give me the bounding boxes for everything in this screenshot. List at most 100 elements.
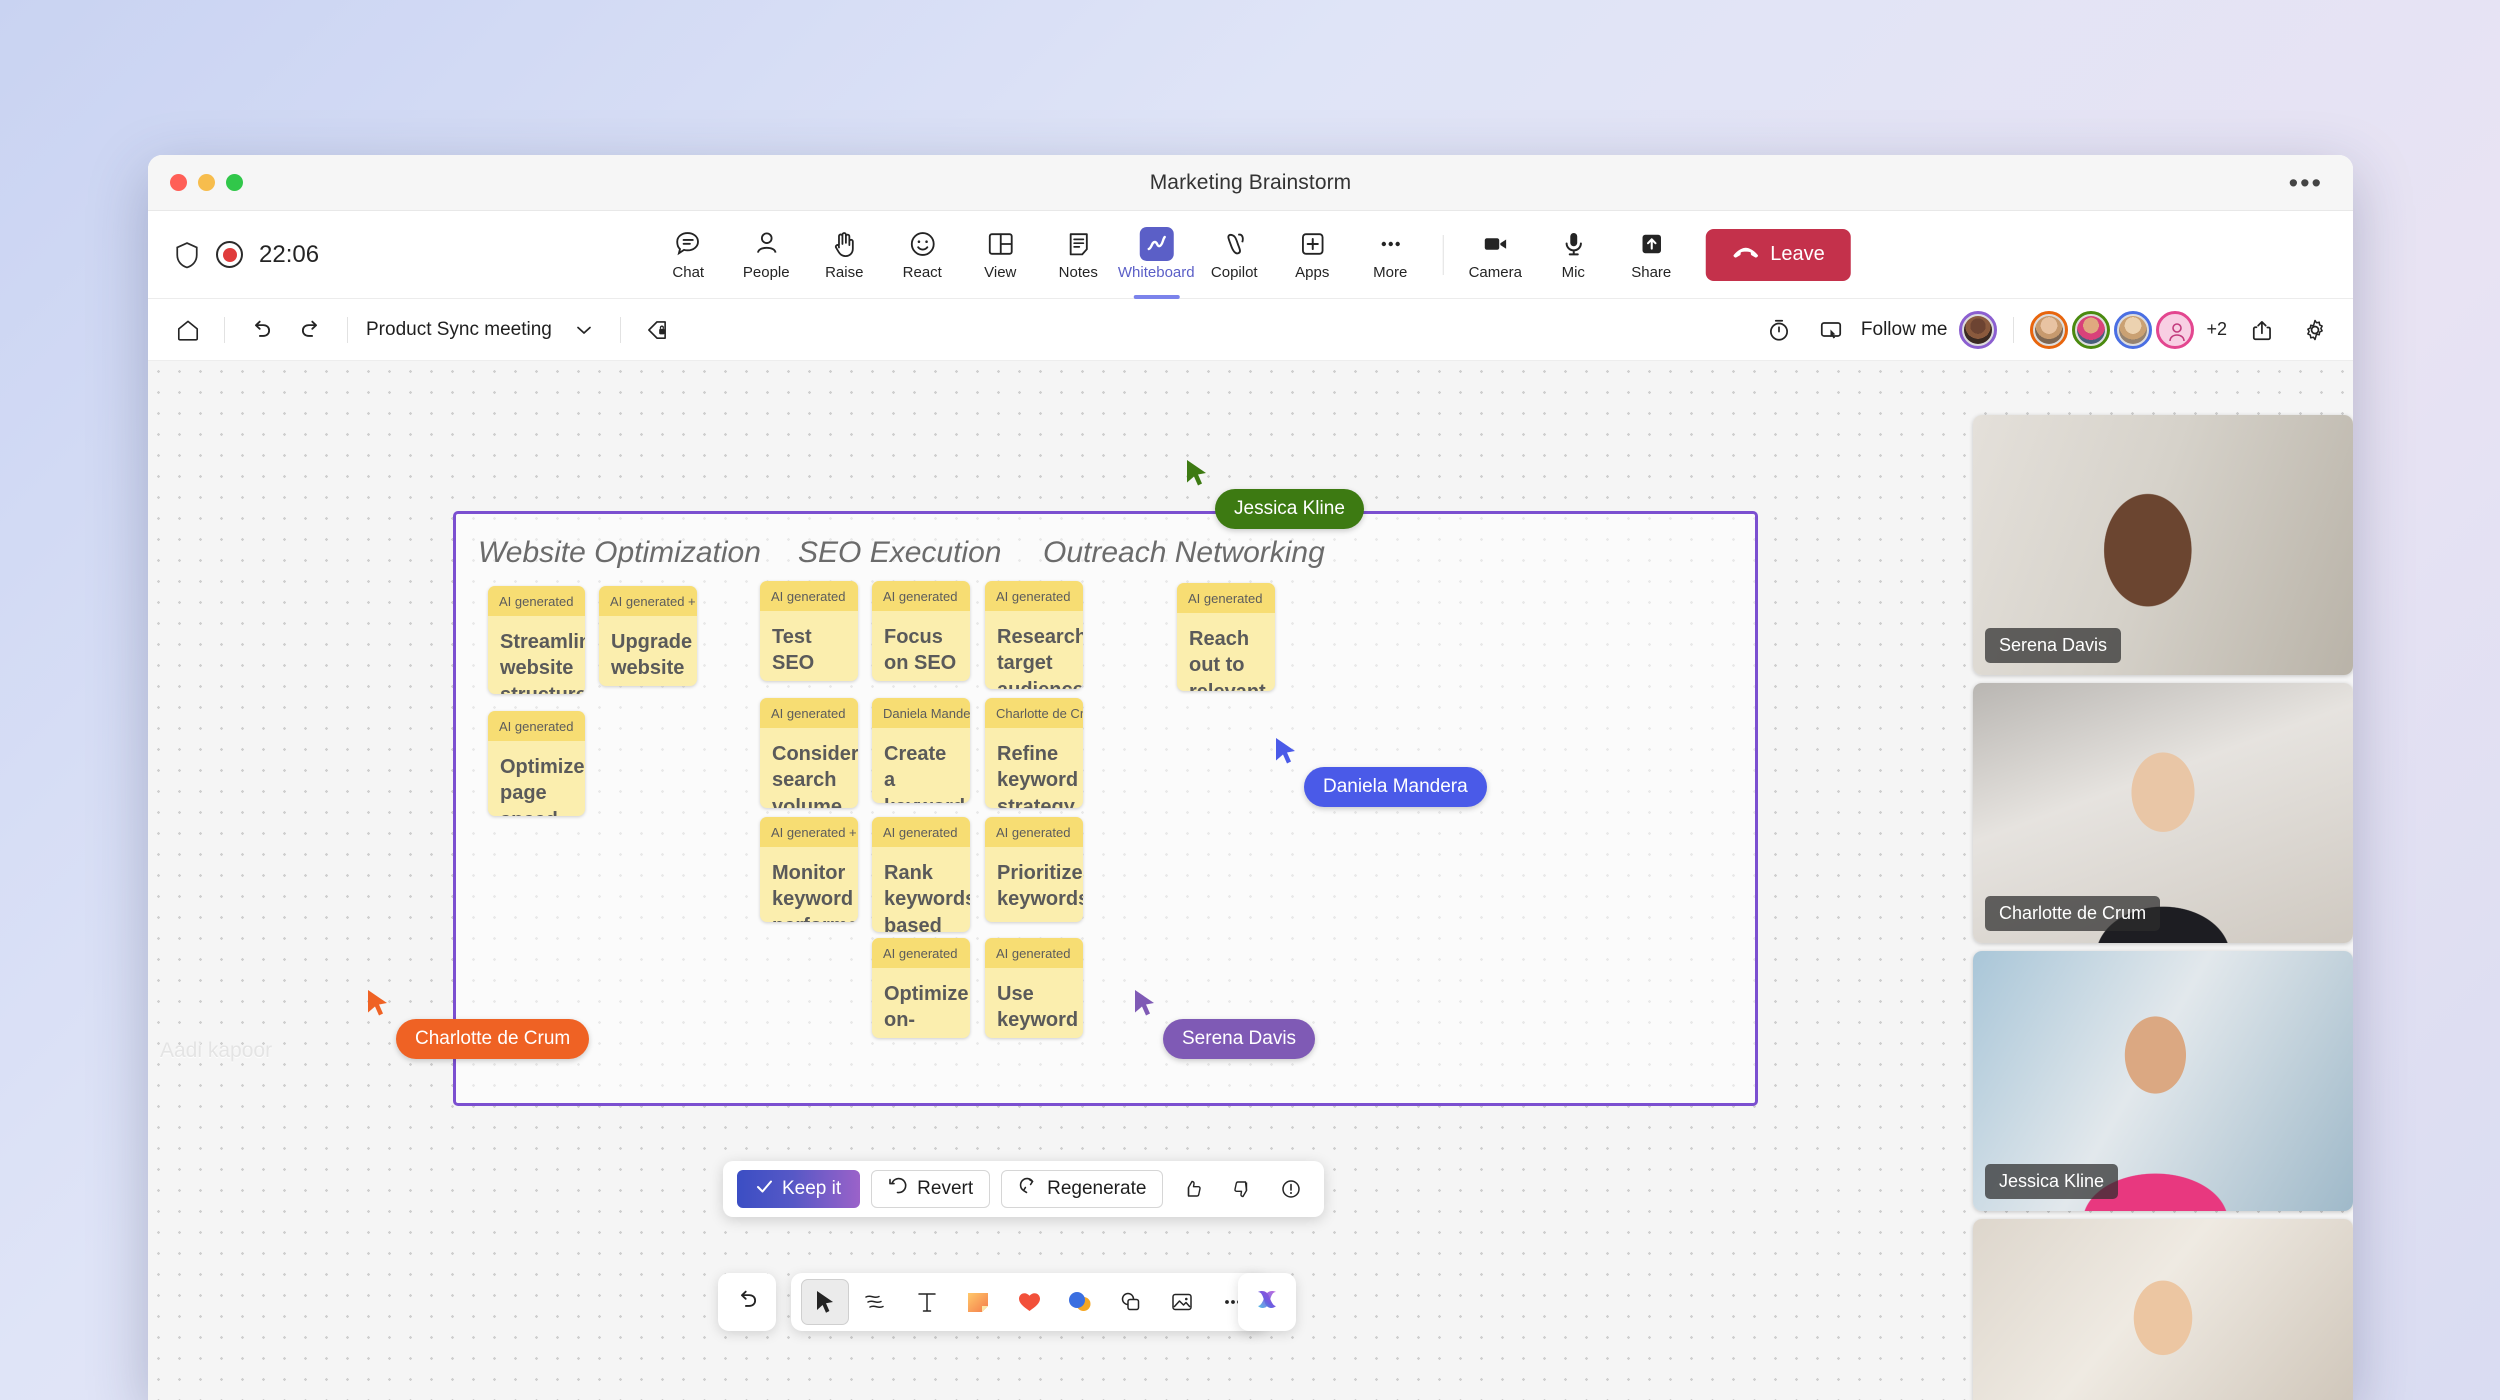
meeting-button-label: Apps <box>1295 263 1330 281</box>
sticky-note-icon[interactable] <box>954 1279 1002 1325</box>
sticky-note[interactable]: AI generated Streamline website structur… <box>488 586 585 694</box>
toolbar-divider <box>619 316 621 343</box>
sticky-note[interactable]: AI generated + Jessica Kline Monitor key… <box>760 817 858 922</box>
window-more-icon[interactable]: ••• <box>2289 169 2323 196</box>
revert-arrow-icon <box>888 1176 908 1202</box>
sticky-note[interactable]: AI generated Rank keywords based on rele… <box>872 817 970 932</box>
video-tile[interactable]: Daniela Mandera <box>1973 1219 2353 1400</box>
canvas-copilot-button[interactable] <box>1238 1273 1296 1331</box>
sticky-note-attribution: AI generated + Serena Davis <box>599 586 697 616</box>
whiteboard-icon <box>1139 226 1174 261</box>
keep-it-button[interactable]: Keep it <box>737 1170 861 1208</box>
cursor-label: Jessica Kline <box>1215 489 1364 529</box>
shield-icon <box>174 240 200 270</box>
meeting-button-chat[interactable]: Chat <box>650 218 726 292</box>
undo-icon[interactable] <box>239 308 283 352</box>
participant-name: Serena Davis <box>1985 628 2122 663</box>
sticky-note-attribution: AI generated <box>872 817 970 847</box>
meeting-button-share[interactable]: Share <box>1613 218 1689 292</box>
meeting-button-whiteboard[interactable]: Whiteboard <box>1118 218 1195 292</box>
video-tile[interactable]: Serena Davis <box>1973 415 2353 675</box>
image-icon[interactable] <box>1158 1279 1206 1325</box>
shapes-icon[interactable] <box>1107 1279 1155 1325</box>
canvas-undo-button[interactable] <box>718 1273 776 1331</box>
sticky-note-attribution: AI generated <box>760 698 858 728</box>
meeting-button-raise[interactable]: Raise <box>806 218 882 292</box>
sticky-note-text: Create a keyword list <box>884 743 965 803</box>
cursor-label: Daniela Mandera <box>1304 767 1487 807</box>
meeting-button-camera[interactable]: Camera <box>1457 218 1533 292</box>
avatar[interactable] <box>2030 310 2069 349</box>
board-name[interactable]: Product Sync meeting <box>362 319 556 341</box>
avatar-overflow-count[interactable]: +2 <box>2206 319 2227 340</box>
meeting-button-label: Mic <box>1561 263 1585 281</box>
ink-pen-icon[interactable] <box>852 1279 900 1325</box>
ghost-participant-name: Aadi kapoor <box>160 1039 273 1062</box>
sticky-note-attribution: AI generated <box>760 581 858 611</box>
regenerate-button[interactable]: Regenerate <box>1001 1170 1164 1208</box>
video-tile[interactable]: Jessica Kline <box>1973 951 2353 1211</box>
sticky-note[interactable]: AI generated Focus on SEO <box>872 581 970 681</box>
sticky-note-attribution: AI generated + Jessica Kline <box>760 817 858 847</box>
check-icon <box>756 1178 773 1201</box>
meeting-button-copilot[interactable]: Copilot <box>1196 218 1272 292</box>
sticky-note-text: Rank keywords based on relevance <box>884 862 970 932</box>
meeting-button-label: Share <box>1631 263 1672 281</box>
avatar-placeholder[interactable] <box>2156 310 2195 349</box>
people-icon <box>751 229 781 259</box>
sticky-note[interactable]: AI generated Reach out to relevant websi… <box>1177 583 1275 691</box>
home-icon[interactable] <box>166 308 210 352</box>
column-header-website-optimization: Website Optimization <box>478 536 761 569</box>
sticky-note[interactable]: AI generated Prioritize keywords <box>985 817 1083 922</box>
meeting-button-label: More <box>1373 263 1408 281</box>
meeting-button-react[interactable]: React <box>884 218 960 292</box>
meeting-button-mic[interactable]: Mic <box>1535 218 1611 292</box>
cursor-select-icon[interactable] <box>801 1279 849 1325</box>
sticky-note[interactable]: AI generated Consider search volume and … <box>760 698 858 808</box>
thumbs-down-icon[interactable] <box>1223 1170 1261 1208</box>
participant-avatars <box>2030 310 2195 349</box>
thumbs-up-icon[interactable] <box>1174 1170 1212 1208</box>
reaction-heart-icon[interactable] <box>1005 1279 1053 1325</box>
sticky-note-attribution: AI generated <box>872 581 970 611</box>
text-icon[interactable] <box>903 1279 951 1325</box>
meeting-button-notes[interactable]: Notes <box>1040 218 1116 292</box>
present-screen-icon[interactable] <box>1809 308 1853 352</box>
lock-tag-icon[interactable] <box>635 308 679 352</box>
video-tile[interactable]: Charlotte de Crum <box>1973 683 2353 943</box>
sticky-note[interactable]: AI generated Optimize on-page content <box>872 938 970 1038</box>
chevron-down-icon[interactable] <box>562 308 606 352</box>
avatar-presenter[interactable] <box>1959 310 1998 349</box>
sticky-note[interactable]: Charlotte de Crum Refine keyword strateg… <box>985 698 1083 808</box>
sticky-note-text: Monitor keyword performance <box>772 862 858 922</box>
revert-button[interactable]: Revert <box>871 1170 991 1208</box>
meeting-button-more[interactable]: More <box>1352 218 1428 292</box>
meeting-button-view[interactable]: View <box>962 218 1038 292</box>
sticky-note-text: Upgrade website design <box>611 631 693 686</box>
meeting-button-people[interactable]: People <box>728 218 804 292</box>
gear-icon[interactable] <box>2293 308 2337 352</box>
sticky-note-attribution: AI generated <box>488 586 585 616</box>
mic-icon <box>1558 229 1588 259</box>
sticky-note[interactable]: AI generated Use keyword variations <box>985 938 1083 1038</box>
sticky-note[interactable]: Daniela Mandera Create a keyword list <box>872 698 970 803</box>
avatar[interactable] <box>2072 310 2111 349</box>
meeting-button-label: Copilot <box>1210 263 1258 281</box>
redo-icon[interactable] <box>289 308 333 352</box>
sticky-note[interactable]: AI generated Research target audience <box>985 581 1083 689</box>
follow-me-button[interactable]: Follow me <box>1861 319 1948 341</box>
cursor-pointer-icon <box>1133 989 1157 1022</box>
timer-icon[interactable] <box>1757 308 1801 352</box>
avatar[interactable] <box>2114 310 2153 349</box>
leave-button[interactable]: Leave <box>1705 228 1851 281</box>
sticky-note[interactable]: AI generated + Serena Davis Upgrade webs… <box>599 586 697 686</box>
sticky-note[interactable]: AI generated Optimize page speed <box>488 711 585 816</box>
canvas-tools-toolbar <box>791 1273 1267 1331</box>
comment-bubbles-icon[interactable] <box>1056 1279 1104 1325</box>
regenerate-label: Regenerate <box>1047 1178 1147 1199</box>
sticky-note[interactable]: AI generated Test SEO tactics <box>760 581 858 681</box>
meeting-button-apps[interactable]: Apps <box>1274 218 1350 292</box>
share-board-icon[interactable] <box>2241 308 2285 352</box>
view-layout-icon <box>985 229 1015 259</box>
feedback-icon[interactable] <box>1272 1170 1310 1208</box>
